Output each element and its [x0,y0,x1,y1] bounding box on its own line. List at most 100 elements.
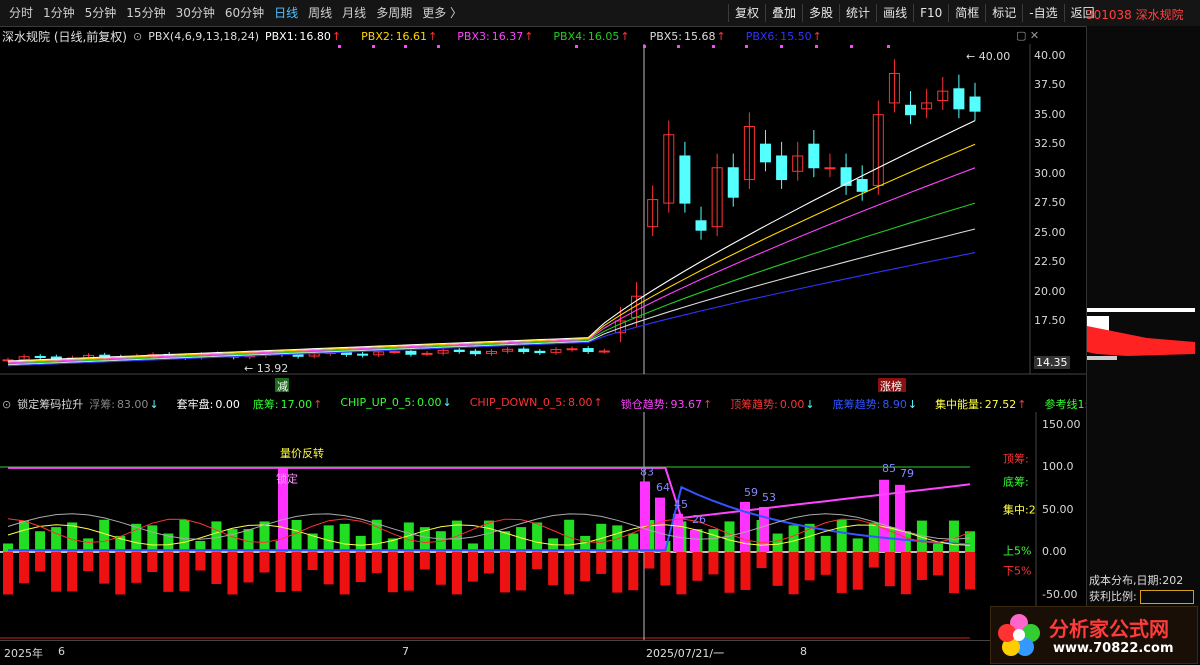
red-bar [243,552,254,583]
period-tab[interactable]: 周线 [303,4,337,22]
period-tab[interactable]: 日线 [269,4,303,22]
toolbar-action-button[interactable]: 叠加 [765,4,802,22]
arrow-up-icon: ↑ [593,396,603,409]
red-bar [467,552,478,582]
settings-icon[interactable]: ⊙ [133,30,142,43]
sub-right-label: 顶筹: [1003,452,1029,466]
period-tab[interactable]: 月线 [337,4,371,22]
green-bar [323,525,334,552]
candle-body [518,348,530,353]
red-bar [884,552,895,587]
indicator-value-label: 参考线1: [1044,398,1089,411]
red-bar [19,552,30,584]
red-bar [852,552,863,590]
indicator-value-number: 15.68 [683,29,716,43]
red-bar [403,552,414,591]
arrow-down-icon: ↓ [442,396,452,409]
period-tab[interactable]: 分时 [4,4,38,22]
price-tick-label: 20.00 [1034,284,1066,298]
toolbar-action-button[interactable]: 多股 [802,4,839,22]
arrow-up-icon: ↑ [1017,398,1027,411]
indicator-value-number: 0.00 [215,398,240,411]
indicator-value: PBX5: 15.68↑ [650,30,732,43]
toolbar-action-button[interactable]: -自选 [1022,4,1063,22]
price-tick-label: 14.35 [1034,356,1070,369]
profit-input[interactable] [1140,590,1195,604]
chart-annotation: 45 [674,498,688,511]
period-tab[interactable]: 1分钟 [38,4,80,22]
settings-icon[interactable]: ⊙ [2,398,11,411]
indicator-value-label: PBX3: [457,29,490,43]
price-tick-label: 32.50 [1034,137,1066,151]
indicator-value: PBX1: 16.80↑ [265,30,347,43]
indicator-value-number: 27.52 [984,398,1017,411]
cost-date-label: 成本分布,日期: [1089,574,1163,587]
candlestick-chart[interactable]: ← 40.00 ← 13.92 减 涨榜 [0,44,1086,396]
window-controls[interactable]: ▢ ✕ [1016,29,1039,42]
red-bar [692,552,703,581]
chip-indicator-chart[interactable]: 量价反转锁定 8364 45 26 59 53 85 79 顶筹: 底筹: 集中:2 上5% 下5% [0,412,1086,640]
indicator-value: 底筹趋势: 8.90↓ [833,396,923,412]
red-bar [419,552,430,570]
red-bar [820,552,831,575]
indicator-value-number: 16.37 [491,29,524,43]
low-price-mark: ← 13.92 [244,362,288,375]
toolbar-action-button[interactable]: F10 [913,4,948,22]
green-bar [788,525,799,552]
indicator-line [8,466,971,520]
green-bar [628,533,639,552]
price-tick-label: 40.00 [1034,48,1066,62]
indicator-value-label: CHIP_DOWN_0_5: [469,396,567,409]
toolbar-action-button[interactable]: 简框 [948,4,985,22]
watermark-logo: 分析家公式网 www.70822.com [990,606,1198,664]
toolbar-action-button[interactable]: 复权 [728,4,765,22]
indicator-value-label: PBX5: [649,29,682,43]
indicator-name[interactable]: PBX(4,6,9,13,18,24) [148,30,259,43]
red-bar [339,552,350,595]
sub-title[interactable]: 锁定筹码拉升 [17,396,83,412]
red-bar [291,552,302,591]
indicator-value-label: 浮筹: [89,398,115,411]
toolbar-action-button[interactable]: 画线 [876,4,913,22]
period-tab[interactable]: 60分钟 [220,4,269,22]
arrow-down-icon: ↓ [907,398,918,411]
signal-dot [372,45,375,48]
date-label: 2025年 [4,647,43,660]
chart-annotation: 83 [640,466,654,479]
cost-distribution-panel: 成本分布,日期:202 获利比例: [1086,26,1200,664]
period-tab[interactable]: 多周期 [371,4,417,22]
watermark-text: 分析家公式网 [1049,617,1169,641]
green-bar [179,520,190,552]
toolbar-action-button[interactable]: 标记 [985,4,1022,22]
candle-body [389,351,401,354]
signal-dot [677,45,680,48]
red-bar [147,552,158,572]
indicator-value-label: 锁仓趋势: [620,398,669,411]
period-tab[interactable]: 15分钟 [121,4,170,22]
green-bar [99,519,110,552]
period-tab[interactable]: 5分钟 [80,4,122,22]
price-tick-label: 35.00 [1034,107,1066,121]
red-bar [948,552,959,594]
chart-title: 深水规院 (日线,前复权) [2,29,127,44]
signal-dot [643,45,646,48]
sub-axis-tick: 100.0 [1042,460,1074,473]
red-bar [35,552,46,572]
red-bar [756,552,767,569]
indicator-value: 底筹: 17.00↑ [253,396,328,412]
arrow-up-icon: ↑ [716,29,726,43]
red-bar [227,552,238,595]
arrow-up-icon: ↑ [428,29,438,43]
period-tab[interactable]: 30分钟 [171,4,220,22]
profit-label: 获利比例: [1089,590,1137,603]
toolbar-action-button[interactable]: 统计 [839,4,876,22]
green-bar [820,535,831,552]
red-bar [708,552,719,575]
period-tab[interactable]: 更多 〉 [417,4,467,22]
candle-body [695,220,707,231]
flower-icon [998,614,1040,656]
indicator-value: PBX2: 16.61↑ [361,30,443,43]
indicator-value-label: 集中能量: [935,398,983,411]
candle-body [824,167,836,170]
lock-bar [640,481,650,552]
